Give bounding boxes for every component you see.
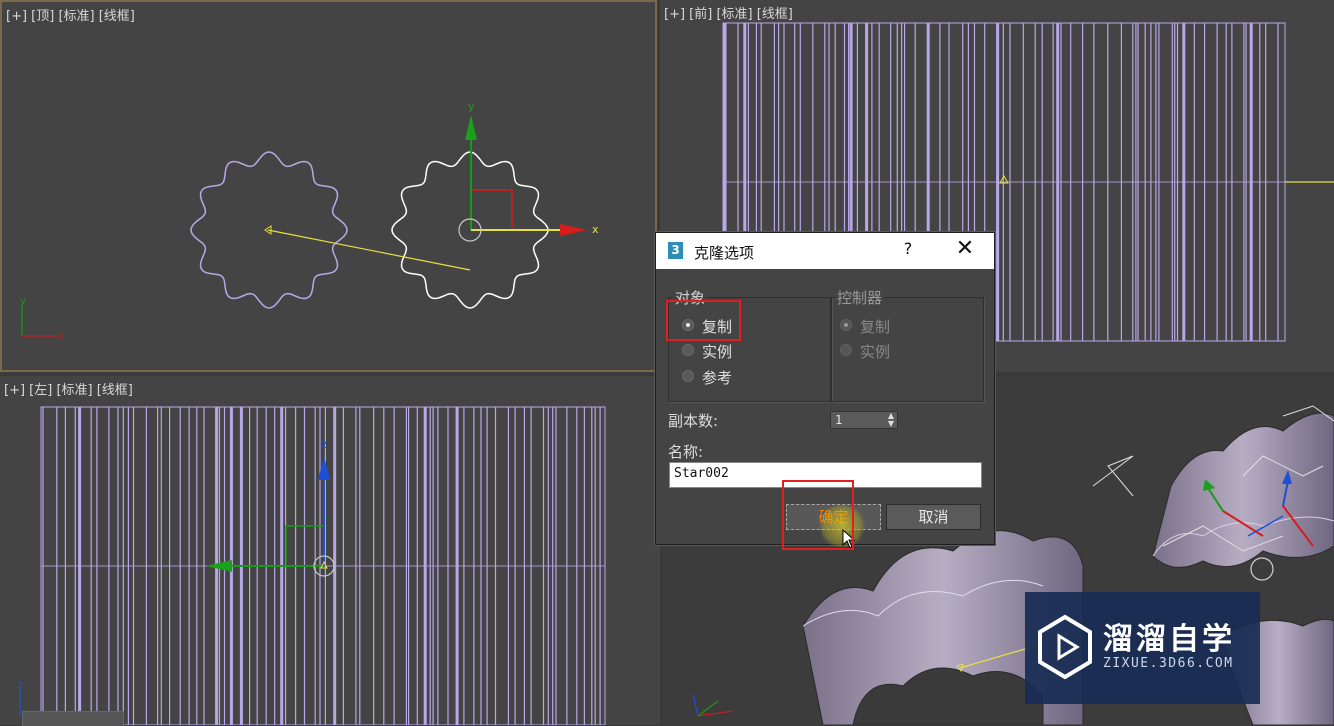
radio-label: 复制 [860, 318, 891, 336]
viewport-left-scene: z z [18, 406, 606, 725]
dialog-titlebar[interactable]: 3 克隆选项 ? ✕ [656, 233, 994, 269]
viewport-left-label[interactable]: [+] [左] [标准] [线框] [4, 379, 133, 398]
move-gizmo-x-arrow [560, 224, 587, 236]
play-logo-icon [1038, 614, 1092, 680]
radio-indicator[interactable] [682, 319, 694, 331]
radio-indicator[interactable] [682, 344, 694, 356]
bottom-panel-tab[interactable] [22, 711, 124, 726]
viewport-left[interactable]: [+] [左] [标准] [线框] z z [0, 376, 660, 725]
clone-drag-line [267, 229, 471, 271]
viewport-top-scene: y x y x [20, 100, 599, 342]
dialog-title: 克隆选项 [694, 244, 755, 262]
watermark-logo: 溜溜自学 ZIXUE.3D66.COM [1025, 592, 1260, 704]
ok-button[interactable]: 确定 [786, 504, 881, 530]
radio-indicator[interactable] [682, 370, 694, 382]
radio-indicator [840, 344, 852, 356]
corner-axis-y: y [20, 296, 26, 307]
copies-value[interactable]: 1 [835, 413, 842, 427]
viewport-top-label[interactable]: [+] [顶] [标准] [线框] [6, 5, 135, 24]
gear-3d-far [1152, 412, 1334, 568]
radio-label: 复制 [702, 318, 733, 336]
radio-label: 参考 [702, 369, 733, 387]
watermark-brand: 溜溜自学 [1103, 622, 1235, 657]
mouse-cursor-icon [842, 529, 856, 549]
controller-group-title: 控制器 [835, 287, 885, 308]
clone-options-dialog: 3 克隆选项 ? ✕ 对象 复制 实例 参考 控制器 复制 实例 副本数: 1 … [655, 232, 995, 549]
corner-axis-z: z [18, 680, 23, 691]
gizmo-z-label: z [321, 438, 327, 451]
close-button[interactable]: ✕ [954, 236, 976, 262]
name-input[interactable]: Star002 [669, 462, 982, 488]
name-label: 名称: [668, 443, 704, 461]
corner-axis-x: x [58, 331, 64, 342]
app-3dsmax-icon: 3 [668, 242, 683, 259]
cancel-button[interactable]: 取消 [886, 504, 981, 530]
gizmo-y-label: y [468, 100, 475, 113]
radio-indicator [840, 319, 852, 331]
help-button[interactable]: ? [898, 239, 918, 258]
radio-label: 实例 [702, 343, 733, 361]
viewport-top[interactable]: [+] [顶] [标准] [线框] y x y x [0, 0, 657, 372]
radio-label: 实例 [860, 343, 891, 361]
viewport-front-label[interactable]: [+] [前] [标准] [线框] [664, 3, 793, 22]
copies-spinner[interactable]: 1 ▲ ▼ [830, 411, 898, 429]
watermark-url: ZIXUE.3D66.COM [1103, 656, 1234, 671]
move-gizmo-y-arrow [465, 115, 477, 140]
copies-label: 副本数: [668, 412, 719, 430]
gizmo-x-label: x [592, 223, 599, 236]
object-group-title: 对象 [673, 287, 708, 308]
spinner-arrows-icon[interactable]: ▲ ▼ [888, 412, 894, 428]
controller-groupbox [830, 297, 984, 402]
